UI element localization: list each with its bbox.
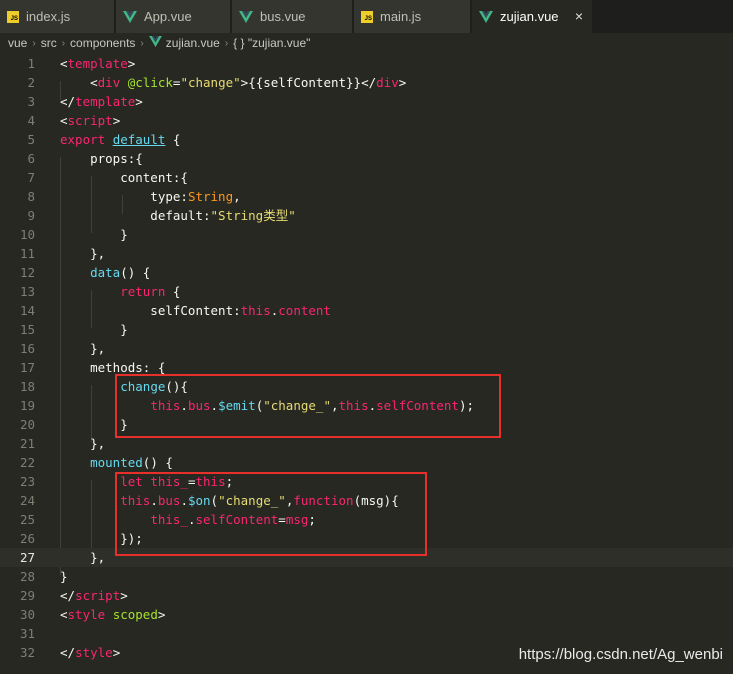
code-line: 30 <style scoped> <box>19 607 166 622</box>
code-line: 13 return { <box>19 284 181 299</box>
code-line: 31 <box>19 626 35 641</box>
vue-file-icon <box>479 10 493 23</box>
code-line: 3 </template> <box>27 94 143 109</box>
code-line: 6 props:{ <box>27 151 143 166</box>
highlight-box-methods <box>115 374 501 438</box>
tab-label: bus.vue <box>260 9 306 24</box>
breadcrumb-item-components[interactable]: components <box>70 36 135 50</box>
chevron-right-icon: › <box>140 37 144 49</box>
tab-main-js[interactable]: JS main.js <box>354 0 470 33</box>
breadcrumb-item-src[interactable]: src <box>41 36 57 50</box>
chevron-right-icon: › <box>224 37 229 49</box>
code-line: 7 content:{ <box>27 170 188 185</box>
code-line: 15 } <box>19 322 128 337</box>
code-line: 22 mounted() { <box>19 455 173 470</box>
breadcrumb-item-file[interactable]: zujian.vue <box>166 36 220 50</box>
code-line: 29 </script> <box>19 588 128 603</box>
watermark: https://blog.csdn.net/Ag_wenbi <box>518 646 723 663</box>
code-line: 10 } <box>19 227 128 242</box>
code-line: 2 <div @click="change">{{selfContent}}</… <box>27 75 407 90</box>
chevron-right-icon: › <box>32 37 36 49</box>
breadcrumb: vue › src › components › zujian.vue › { … <box>0 33 733 53</box>
code-line: 28} <box>19 569 68 584</box>
breadcrumb-item-vue[interactable]: vue <box>8 36 27 50</box>
code-line: 11 }, <box>19 246 106 261</box>
js-file-icon: JS <box>361 10 373 23</box>
code-line: 5 export default { <box>27 132 181 147</box>
vue-file-icon <box>239 10 253 23</box>
code-editor[interactable]: 1 <template> 2 <div @click="change">{{sel… <box>0 53 733 674</box>
tab-label: App.vue <box>144 9 192 24</box>
tab-index-js[interactable]: JS index.js <box>0 0 114 33</box>
tab-label: zujian.vue <box>500 9 559 24</box>
code-line: 9 default:"String类型" <box>27 208 296 223</box>
code-line: 16 }, <box>19 341 106 356</box>
code-line: 4 <script> <box>27 113 121 128</box>
vue-file-icon <box>148 36 162 50</box>
code-line: 12 data() { <box>19 265 151 280</box>
tab-bar: JS index.js App.vue bus.vue JS main.js z… <box>0 0 733 33</box>
vue-file-icon <box>123 10 137 23</box>
tab-bus-vue[interactable]: bus.vue <box>232 0 352 33</box>
tab-app-vue[interactable]: App.vue <box>116 0 230 33</box>
tab-zujian-vue[interactable]: zujian.vue × <box>472 0 592 33</box>
highlight-box-mounted <box>115 472 427 556</box>
js-file-icon: JS <box>7 10 19 23</box>
tab-label: index.js <box>26 9 71 24</box>
code-line: 14 selfContent:this.content <box>19 303 331 318</box>
code-line: 8 type:String, <box>27 189 241 204</box>
tab-label: main.js <box>380 9 422 24</box>
close-icon[interactable]: × <box>575 8 583 24</box>
chevron-right-icon: › <box>61 37 66 49</box>
code-line: 1 <template> <box>27 56 136 71</box>
breadcrumb-item-symbol[interactable]: { } "zujian.vue" <box>233 36 310 50</box>
